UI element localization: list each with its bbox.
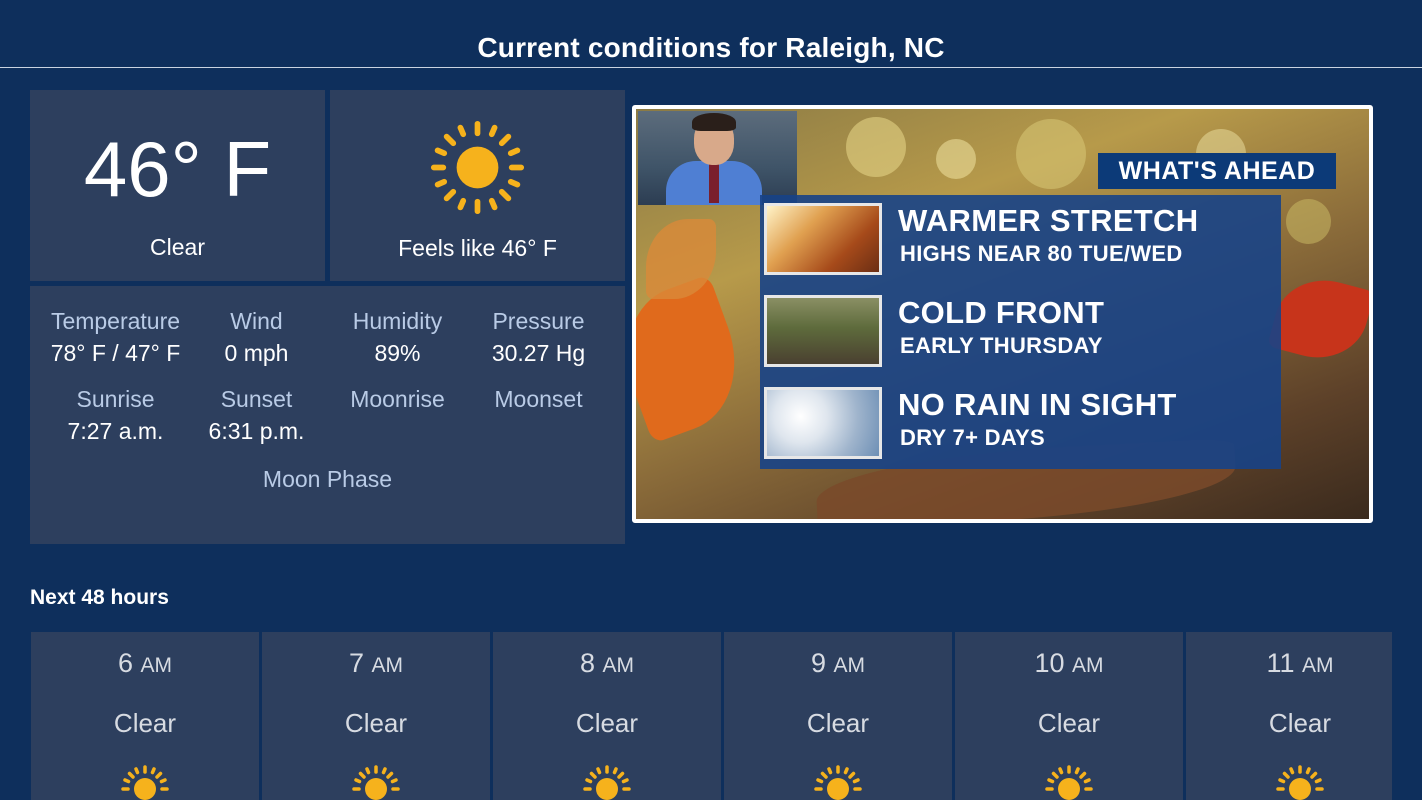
ahead-subline: DRY 7+ DAYS: [900, 425, 1045, 450]
bokeh-light: [936, 139, 976, 179]
hour-number: 8: [579, 648, 595, 678]
whats-ahead-video-card[interactable]: WHAT'S AHEAD WARMER STRETCH HIGHS NEAR 8…: [632, 105, 1373, 523]
feels-like-panel: Feels like 46° F: [330, 90, 625, 281]
anchor-tie: [709, 163, 719, 203]
sun-icon: [121, 765, 169, 800]
ahead-item-no-rain: NO RAIN IN SIGHT DRY 7+ DAYS: [764, 387, 1264, 459]
ahead-headline: NO RAIN IN SIGHT: [898, 387, 1177, 422]
feels-like-text: Feels like 46° F: [398, 235, 557, 261]
stat-label: Temperature: [50, 308, 181, 334]
hour-number: 11: [1266, 648, 1295, 678]
stat-value: 7:27 a.m.: [67, 418, 164, 444]
stat-wind: Wind 0 mph: [186, 308, 327, 367]
hour-condition: Clear: [1037, 708, 1101, 738]
clouds-thumbnail: [764, 387, 882, 459]
stat-label: Moonrise: [350, 386, 445, 412]
hour-number: 7: [348, 648, 364, 678]
moon-phase-label: Moon Phase: [262, 466, 393, 492]
autumn-leaves-thumbnail: [764, 203, 882, 275]
stat-pressure: Pressure 30.27 Hg: [468, 308, 609, 367]
hour-time: 11 AM: [1186, 648, 1414, 679]
sun-icon: [430, 120, 525, 215]
hour-time: 9 AM: [724, 648, 952, 679]
ahead-item-warmer: WARMER STRETCH HIGHS NEAR 80 TUE/WED: [764, 203, 1264, 275]
stat-temperature: Temperature 78° F / 47° F: [45, 308, 186, 367]
hour-condition: Clear: [344, 708, 408, 738]
sun-icon: [814, 765, 862, 800]
hour-condition: Clear: [1268, 708, 1332, 738]
hour-ampm: AM: [833, 654, 866, 677]
hour-time: 7 AM: [262, 648, 490, 679]
sun-icon: [1045, 765, 1093, 800]
current-condition: Clear: [150, 234, 205, 260]
stat-value: 78° F / 47° F: [50, 340, 181, 366]
hour-number: 6: [117, 648, 133, 678]
stat-label: Moonset: [494, 386, 583, 412]
hourly-card[interactable]: 8 AM Clear: [493, 632, 721, 800]
hourly-card[interactable]: 6 AM Clear: [31, 632, 259, 800]
hourly-card[interactable]: 10 AM Clear: [955, 632, 1183, 800]
stat-value: 6:31 p.m.: [208, 418, 305, 444]
bokeh-light: [846, 117, 906, 177]
orange-leaf: [636, 274, 757, 444]
hourly-card[interactable]: 7 AM Clear: [262, 632, 490, 800]
details-panel: Temperature 78° F / 47° F Wind 0 mph Hum…: [30, 286, 625, 544]
hour-condition: Clear: [575, 708, 639, 738]
whats-ahead-badge: WHAT'S AHEAD: [1098, 153, 1336, 189]
hour-number: 10: [1034, 648, 1065, 678]
hourly-card[interactable]: 11 AM Clear: [1186, 632, 1392, 800]
whats-ahead-list: WARMER STRETCH HIGHS NEAR 80 TUE/WED COL…: [760, 195, 1281, 469]
current-temperature: 46° F: [83, 125, 272, 213]
current-temperature-panel: 46° F Clear: [30, 90, 325, 281]
stat-moonrise: Moonrise: [327, 386, 468, 418]
stat-value: 30.27 Hg: [491, 340, 586, 366]
ahead-subline: EARLY THURSDAY: [900, 333, 1103, 358]
ahead-item-cold-front: COLD FRONT EARLY THURSDAY: [764, 295, 1264, 367]
bokeh-light: [1286, 199, 1331, 244]
hour-ampm: AM: [140, 654, 173, 677]
stat-value: 89%: [374, 340, 421, 366]
hour-ampm: AM: [602, 654, 635, 677]
stat-label: Wind: [230, 308, 283, 334]
hour-condition: Clear: [113, 708, 177, 738]
hour-condition: Clear: [806, 708, 870, 738]
ahead-subline: HIGHS NEAR 80 TUE/WED: [900, 241, 1183, 266]
hour-number: 9: [810, 648, 826, 678]
hour-ampm: AM: [371, 654, 404, 677]
ahead-headline: WARMER STRETCH: [898, 203, 1199, 238]
stat-label: Pressure: [492, 308, 585, 334]
bokeh-light: [1016, 119, 1086, 189]
stat-label: Sunset: [220, 386, 293, 412]
stat-label: Sunrise: [76, 386, 155, 412]
page-title: Current conditions for Raleigh, NC: [477, 32, 945, 63]
page-header: Current conditions for Raleigh, NC: [0, 0, 1422, 68]
next-48-hours-title: Next 48 hours: [30, 586, 169, 609]
red-leaf: [1267, 268, 1369, 370]
anchor-video-inset: [638, 111, 797, 205]
hour-ampm: AM: [1302, 654, 1334, 677]
stat-value: 0 mph: [224, 340, 289, 366]
hour-ampm: AM: [1072, 654, 1104, 677]
stat-label: Humidity: [352, 308, 443, 334]
sun-icon: [352, 765, 400, 800]
hour-time: 6 AM: [31, 648, 259, 679]
hourly-card[interactable]: 9 AM Clear: [724, 632, 952, 800]
anchor-hair: [692, 113, 736, 131]
hour-time: 10 AM: [955, 648, 1183, 679]
ahead-headline: COLD FRONT: [898, 295, 1105, 330]
sun-icon: [583, 765, 631, 800]
hour-time: 8 AM: [493, 648, 721, 679]
ground-plants-thumbnail: [764, 295, 882, 367]
stat-humidity: Humidity 89%: [327, 308, 468, 367]
sun-icon: [1276, 765, 1324, 800]
stat-sunrise: Sunrise 7:27 a.m.: [45, 386, 186, 445]
stat-moonset: Moonset: [468, 386, 609, 418]
stat-sunset: Sunset 6:31 p.m.: [186, 386, 327, 445]
